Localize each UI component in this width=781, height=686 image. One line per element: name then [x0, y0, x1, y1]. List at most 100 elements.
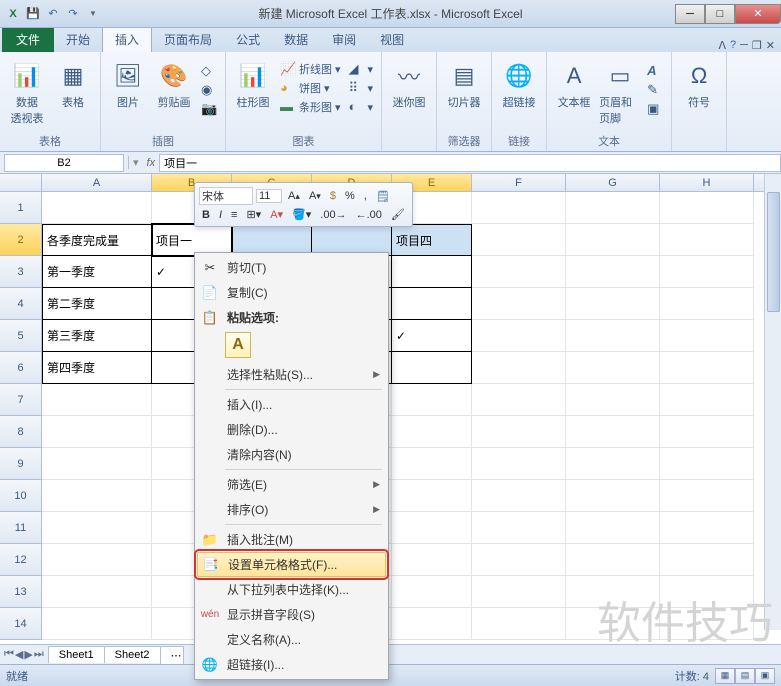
- redo-icon[interactable]: ↷: [64, 5, 82, 23]
- paste-option-a[interactable]: A: [225, 332, 251, 358]
- cell[interactable]: [472, 416, 566, 448]
- cell[interactable]: [472, 544, 566, 576]
- cell[interactable]: [660, 256, 754, 288]
- mini-formatpainter-icon[interactable]: 🖌: [388, 207, 408, 222]
- cell[interactable]: [566, 480, 660, 512]
- tab-formula[interactable]: 公式: [224, 27, 272, 52]
- row-header[interactable]: 13: [0, 576, 42, 608]
- sheet-next-icon[interactable]: ▶: [24, 648, 32, 661]
- cell[interactable]: [566, 224, 660, 256]
- cm-clear[interactable]: 清除内容(N): [197, 442, 386, 467]
- cell[interactable]: [42, 480, 152, 512]
- cell[interactable]: [660, 192, 754, 224]
- vertical-scrollbar[interactable]: [764, 174, 781, 630]
- table-button[interactable]: ▦表格: [52, 56, 94, 131]
- cell[interactable]: [566, 608, 660, 640]
- cell[interactable]: [566, 384, 660, 416]
- view-normal-icon[interactable]: ▦: [715, 668, 735, 684]
- cm-paste-special[interactable]: 选择性粘贴(S)...▶: [197, 362, 386, 387]
- cell[interactable]: [566, 352, 660, 384]
- namebox[interactable]: [4, 154, 124, 172]
- row-header[interactable]: 11: [0, 512, 42, 544]
- row-header[interactable]: 5: [0, 320, 42, 352]
- view-break-icon[interactable]: ▣: [755, 668, 775, 684]
- signature-button[interactable]: ✎: [645, 81, 665, 99]
- cell[interactable]: [392, 256, 472, 288]
- pivot-button[interactable]: 📊数据 透视表: [6, 56, 48, 131]
- bar-chart-button[interactable]: ▬条形图 ▾: [278, 98, 343, 116]
- cell[interactable]: [472, 320, 566, 352]
- formula-input[interactable]: [159, 154, 781, 172]
- cell[interactable]: [42, 512, 152, 544]
- cell[interactable]: [392, 512, 472, 544]
- sheet-tab-1[interactable]: Sheet1: [48, 646, 105, 663]
- help-icon[interactable]: ?: [730, 39, 736, 52]
- maximize-button[interactable]: □: [705, 4, 735, 24]
- cell[interactable]: [392, 384, 472, 416]
- tab-review[interactable]: 审阅: [320, 27, 368, 52]
- cell[interactable]: [472, 224, 566, 256]
- sparkline-button[interactable]: 〰迷你图: [388, 56, 430, 147]
- textbox-button[interactable]: A文本框: [553, 56, 595, 131]
- cell[interactable]: [42, 384, 152, 416]
- headerfooter-button[interactable]: ▭页眉和页脚: [599, 56, 641, 131]
- cell[interactable]: [472, 480, 566, 512]
- minimize-ribbon-icon[interactable]: ᐱ: [718, 39, 726, 52]
- cm-cut[interactable]: ✂剪切(T): [197, 255, 386, 280]
- row-header[interactable]: 12: [0, 544, 42, 576]
- col-header-h[interactable]: H: [660, 174, 754, 191]
- hyperlink-button[interactable]: 🌐超链接: [498, 56, 540, 131]
- scroll-thumb[interactable]: [767, 192, 780, 312]
- cm-format-cells[interactable]: 📑设置单元格格式(F)...: [197, 552, 386, 577]
- cell[interactable]: [42, 192, 152, 224]
- cell[interactable]: 各季度完成量: [42, 224, 152, 256]
- picture-button[interactable]: 🖼图片: [107, 56, 149, 131]
- mini-currency-icon[interactable]: $: [327, 189, 339, 203]
- mini-decimal-inc-icon[interactable]: ←.00: [353, 208, 385, 222]
- row-header[interactable]: 7: [0, 384, 42, 416]
- row-header[interactable]: 9: [0, 448, 42, 480]
- cell[interactable]: [566, 544, 660, 576]
- cell[interactable]: [660, 416, 754, 448]
- cm-insert[interactable]: 插入(I)...: [197, 392, 386, 417]
- close-button[interactable]: ✕: [735, 4, 781, 24]
- cell[interactable]: [660, 448, 754, 480]
- mini-format-icon[interactable]: 🗒: [373, 189, 393, 204]
- cell[interactable]: [660, 512, 754, 544]
- cell[interactable]: [660, 544, 754, 576]
- cell[interactable]: [566, 256, 660, 288]
- cell[interactable]: [566, 576, 660, 608]
- cell[interactable]: [472, 448, 566, 480]
- cell[interactable]: [660, 384, 754, 416]
- scatter-chart-button[interactable]: ⠿▾: [347, 79, 376, 97]
- tab-data[interactable]: 数据: [272, 27, 320, 52]
- cm-comment[interactable]: 📁插入批注(M): [197, 527, 386, 552]
- view-layout-icon[interactable]: ▤: [735, 668, 755, 684]
- cm-pinyin[interactable]: wén显示拼音字段(S): [197, 602, 386, 627]
- cell[interactable]: [566, 192, 660, 224]
- cell[interactable]: [42, 416, 152, 448]
- cell[interactable]: [392, 608, 472, 640]
- tab-layout[interactable]: 页面布局: [152, 27, 224, 52]
- cell[interactable]: [472, 352, 566, 384]
- other-chart-button[interactable]: ◐▾: [347, 98, 376, 116]
- sheet-prev-icon[interactable]: ◀: [15, 648, 23, 661]
- grow-font-icon[interactable]: A▴: [285, 189, 303, 203]
- row-header[interactable]: 8: [0, 416, 42, 448]
- cell[interactable]: 项目四: [392, 224, 472, 256]
- cell[interactable]: [660, 480, 754, 512]
- line-chart-button[interactable]: 📈折线图 ▾: [278, 60, 343, 78]
- sheet-first-icon[interactable]: ⏮: [4, 648, 14, 661]
- doc-minimize-icon[interactable]: ─: [740, 39, 748, 52]
- cell[interactable]: [472, 512, 566, 544]
- pie-chart-button[interactable]: ◕饼图 ▾: [278, 79, 343, 97]
- sheet-last-icon[interactable]: ⏭: [34, 648, 44, 661]
- undo-icon[interactable]: ↶: [44, 5, 62, 23]
- cell[interactable]: 第一季度: [42, 256, 152, 288]
- fx-icon[interactable]: fx: [143, 157, 160, 169]
- cell[interactable]: [566, 320, 660, 352]
- symbol-button[interactable]: Ω符号: [678, 56, 720, 147]
- slicer-button[interactable]: ▤切片器: [443, 56, 485, 131]
- cell[interactable]: [472, 608, 566, 640]
- mini-fontcolor-icon[interactable]: A▾: [267, 207, 286, 222]
